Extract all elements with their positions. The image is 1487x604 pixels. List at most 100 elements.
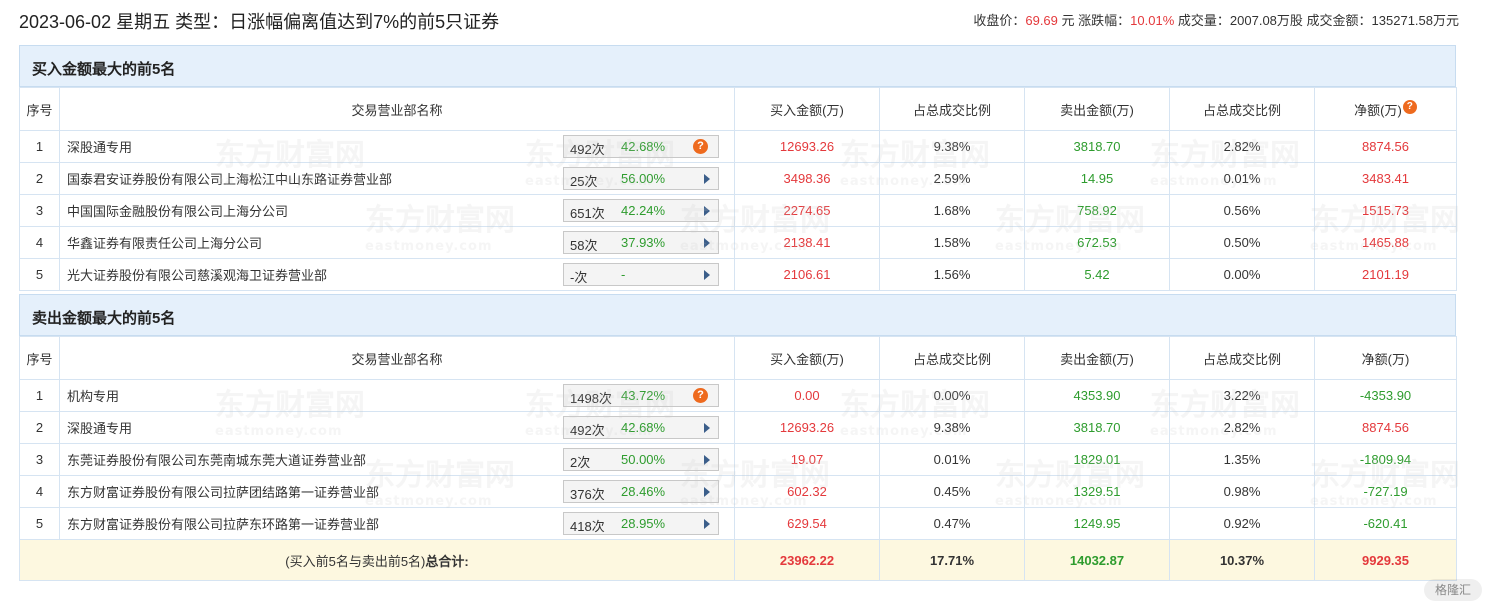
table-row: 1 深股通专用 492次 42.68%? 12693.26 9.38% 3818.70 2.8… <box>19 130 1457 163</box>
buy-amount: 3498.36 <box>734 162 880 195</box>
branch-cell: 深股通专用 492次 42.68% <box>59 411 735 444</box>
net-help-icon[interactable]: ? <box>1402 99 1417 114</box>
listing-count: 492次 <box>570 423 605 438</box>
row-index: 2 <box>19 162 60 195</box>
net-amount: -4353.90 <box>1314 379 1457 412</box>
net-amount: 2101.19 <box>1314 258 1457 291</box>
branch-stat-box[interactable]: 25次 56.00% <box>563 167 719 190</box>
buy-amount: 19.07 <box>734 443 880 476</box>
branch-stat-box[interactable]: 651次 42.24% <box>563 199 719 222</box>
help-icon[interactable]: ? <box>693 388 708 403</box>
branch-stat-box[interactable]: 2次 50.00% <box>563 448 719 471</box>
branch-cell: 中国国际金融股份有限公司上海分公司 651次 42.24% <box>59 194 735 227</box>
table-row: 1 机构专用 1498次 43.72%? 0.00 0.00% 4353.90 3.22% -4… <box>19 379 1457 412</box>
corner-badge: 格隆汇 <box>1424 579 1482 601</box>
col-branch-header: 交易营业部名称 <box>59 336 735 380</box>
sell-section-title: 卖出金额最大的前5名 <box>32 310 176 327</box>
play-arrow-icon[interactable] <box>704 423 710 433</box>
volume-value: 2007.08万股 <box>1229 13 1303 28</box>
win-rate: 37.93% <box>621 235 666 250</box>
win-rate: 28.95% <box>621 516 666 531</box>
win-rate: 50.00% <box>621 452 666 467</box>
net-amount: -620.41 <box>1314 507 1457 540</box>
sell-ratio: 2.82% <box>1169 411 1315 444</box>
branch-name[interactable]: 国泰君安证券股份有限公司上海松江中山东路证券营业部 <box>67 169 392 188</box>
close-price-value: 69.69 <box>1025 13 1058 28</box>
win-rate: 43.72% <box>621 388 666 403</box>
sell-ratio: 0.92% <box>1169 507 1315 540</box>
play-arrow-icon[interactable] <box>704 487 710 497</box>
branch-cell: 深股通专用 492次 42.68%? <box>59 130 735 163</box>
change-label: 涨跌幅： <box>1078 13 1131 28</box>
branch-cell: 机构专用 1498次 43.72%? <box>59 379 735 412</box>
branch-cell: 光大证券股份有限公司慈溪观海卫证券营业部 -次 - <box>59 258 735 291</box>
col-index-header: 序号 <box>19 87 60 131</box>
sell-amount: 672.53 <box>1024 226 1170 259</box>
sell-ratio: 3.22% <box>1169 379 1315 412</box>
branch-stat-box[interactable]: 418次 28.95% <box>563 512 719 535</box>
buy-ratio: 9.38% <box>879 130 1025 163</box>
sell-ratio: 1.35% <box>1169 443 1315 476</box>
play-arrow-icon[interactable] <box>704 174 710 184</box>
branch-stat-box[interactable]: 492次 42.68%? <box>563 135 719 158</box>
buy-amount: 12693.26 <box>734 411 880 444</box>
buy-section-title: 买入金额最大的前5名 <box>32 61 176 78</box>
branch-name[interactable]: 深股通专用 <box>67 137 132 156</box>
col-buy-ratio-header: 占总成交比例 <box>879 336 1025 380</box>
row-index: 1 <box>19 130 60 163</box>
branch-stat-box[interactable]: -次 - <box>563 263 719 286</box>
branch-stat-box[interactable]: 376次 28.46% <box>563 480 719 503</box>
branch-name[interactable]: 华鑫证券有限责任公司上海分公司 <box>67 233 262 252</box>
play-arrow-icon[interactable] <box>704 519 710 529</box>
col-sell-ratio-header: 占总成交比例 <box>1169 336 1315 380</box>
sell-amount: 758.92 <box>1024 194 1170 227</box>
branch-name[interactable]: 东莞证券股份有限公司东莞南城东莞大道证券营业部 <box>67 450 366 469</box>
play-arrow-icon[interactable] <box>704 206 710 216</box>
play-arrow-icon[interactable] <box>704 238 710 248</box>
col-sell-ratio-header: 占总成交比例 <box>1169 87 1315 131</box>
close-price-label: 收盘价： <box>973 13 1026 28</box>
buy-table-body: 1 深股通专用 492次 42.68%? 12693.26 9.38% 3818.70 2.8… <box>19 130 1457 291</box>
branch-name[interactable]: 东方财富证券股份有限公司拉萨团结路第一证券营业部 <box>67 482 379 501</box>
branch-stat-box[interactable]: 492次 42.68% <box>563 416 719 439</box>
listing-count: 58次 <box>570 238 598 253</box>
buy-section-header: 买入金额最大的前5名 <box>19 45 1456 87</box>
buy-ratio: 0.01% <box>879 443 1025 476</box>
net-amount: 8874.56 <box>1314 130 1457 163</box>
buy-ratio: 2.59% <box>879 162 1025 195</box>
table-row: 5 光大证券股份有限公司慈溪观海卫证券营业部 -次 - 2106.61 1.56% 5.42… <box>19 258 1457 291</box>
total-buy: 23962.22 <box>734 539 880 581</box>
play-arrow-icon[interactable] <box>704 270 710 280</box>
play-arrow-icon[interactable] <box>704 455 710 465</box>
table-row: 3 中国国际金融股份有限公司上海分公司 651次 42.24% 2274.65 1.68%… <box>19 194 1457 227</box>
buy-ratio: 9.38% <box>879 411 1025 444</box>
buy-ratio: 0.47% <box>879 507 1025 540</box>
help-icon[interactable]: ? <box>693 139 708 154</box>
row-index: 5 <box>19 258 60 291</box>
win-rate: 42.68% <box>621 139 666 154</box>
branch-name[interactable]: 东方财富证券股份有限公司拉萨东环路第一证券营业部 <box>67 514 379 533</box>
net-amount: 1465.88 <box>1314 226 1457 259</box>
listing-count: 376次 <box>570 487 605 502</box>
table-row: 5 东方财富证券股份有限公司拉萨东环路第一证券营业部 418次 28.95% 629.5… <box>19 507 1457 540</box>
page-title: 2023-06-02 星期五 类型：日涨幅偏离值达到7%的前5只证券 <box>19 12 500 32</box>
branch-name[interactable]: 中国国际金融股份有限公司上海分公司 <box>67 201 288 220</box>
amount-label: 成交金额： <box>1306 13 1372 28</box>
sell-amount: 1829.01 <box>1024 443 1170 476</box>
total-label-prefix: (买入前5名与卖出前5名) <box>285 553 426 569</box>
buy-ratio: 0.00% <box>879 379 1025 412</box>
buy-ratio: 1.58% <box>879 226 1025 259</box>
branch-name[interactable]: 机构专用 <box>67 386 119 405</box>
branch-name[interactable]: 深股通专用 <box>67 418 132 437</box>
sell-amount: 1249.95 <box>1024 507 1170 540</box>
total-label: (买入前5名与卖出前5名)总合计: <box>19 539 735 581</box>
sell-table-header-row: 序号 交易营业部名称 买入金额(万) 占总成交比例 卖出金额(万) 占总成交比例… <box>19 336 1457 380</box>
branch-stat-box[interactable]: 1498次 43.72%? <box>563 384 719 407</box>
net-amount: -1809.94 <box>1314 443 1457 476</box>
row-index: 4 <box>19 226 60 259</box>
buy-ratio: 0.45% <box>879 475 1025 508</box>
listing-count: 651次 <box>570 206 605 221</box>
branch-stat-box[interactable]: 58次 37.93% <box>563 231 719 254</box>
row-index: 3 <box>19 443 60 476</box>
branch-name[interactable]: 光大证券股份有限公司慈溪观海卫证券营业部 <box>67 265 327 284</box>
